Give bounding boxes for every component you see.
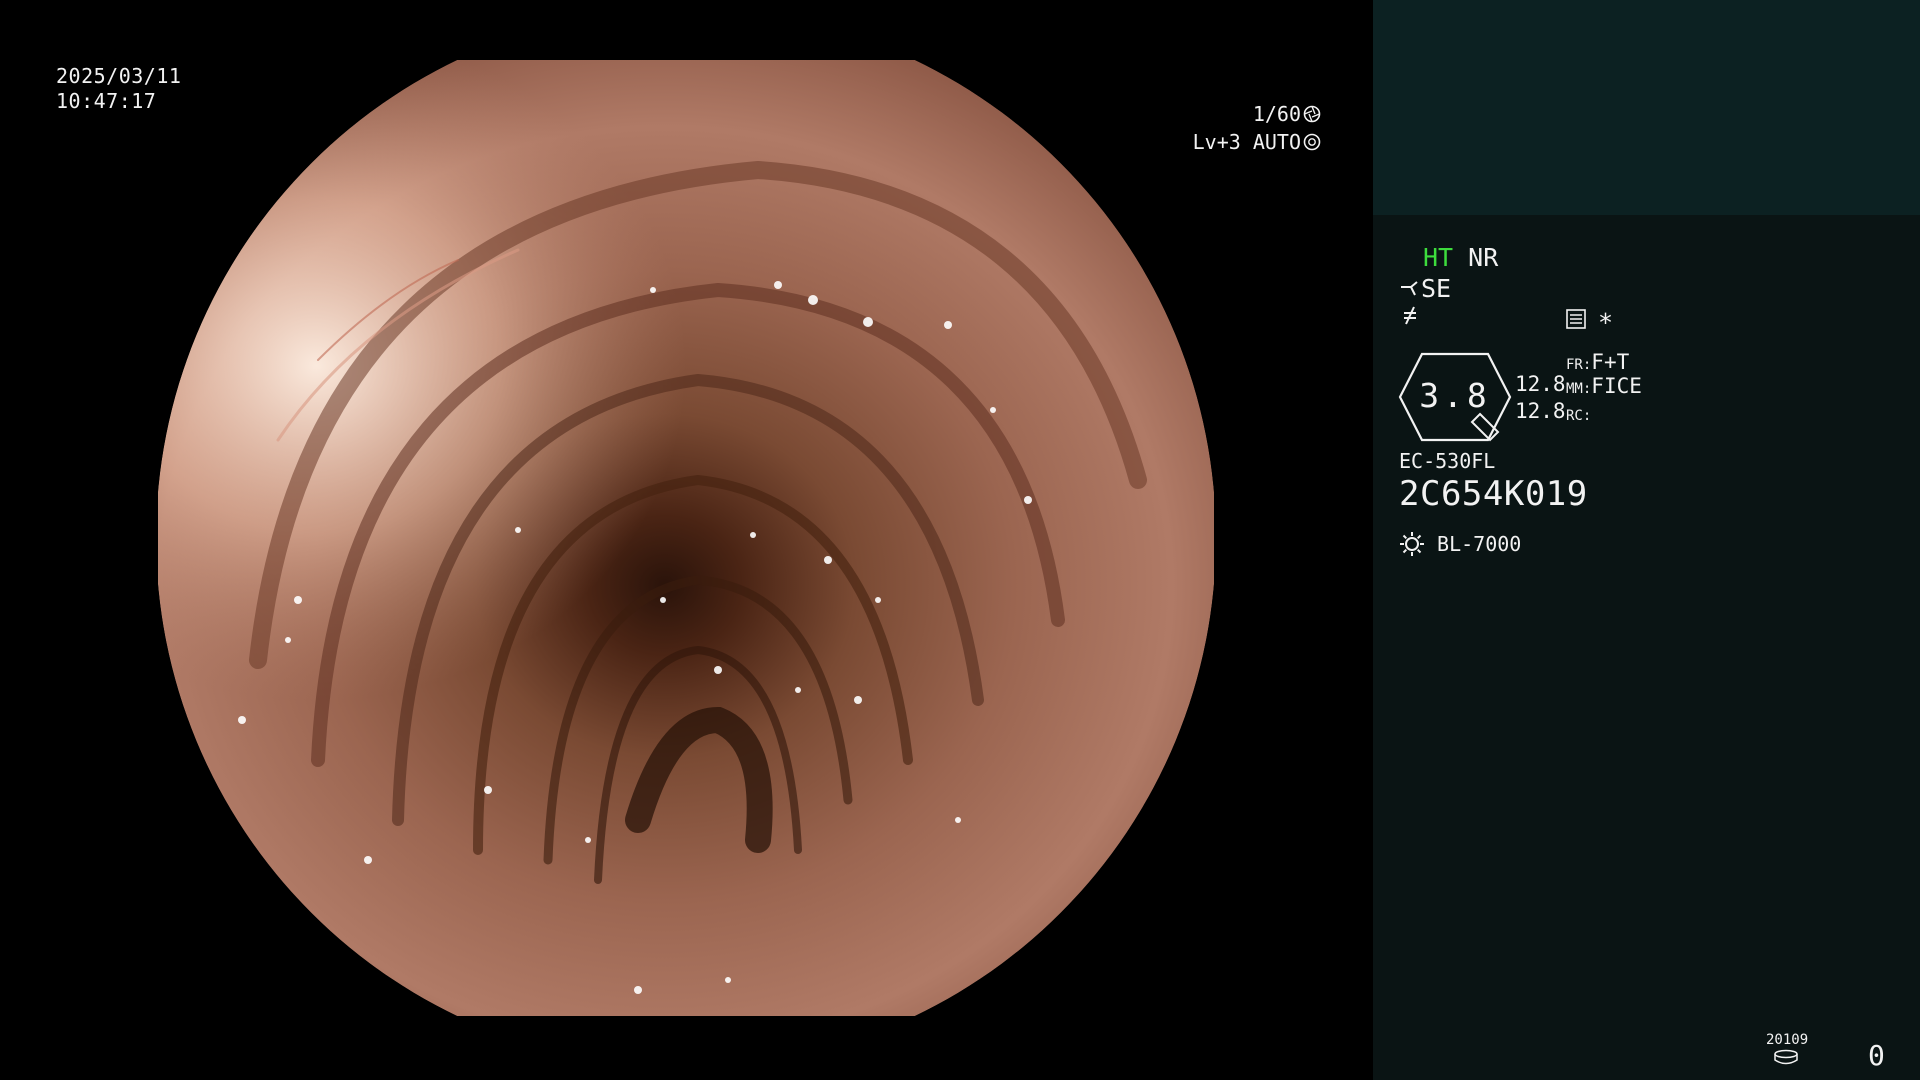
mm-value: FICE xyxy=(1591,374,1642,398)
endoscopic-image xyxy=(158,60,1214,1016)
rc-label: RC: xyxy=(1566,408,1592,424)
memo-icon xyxy=(1566,309,1586,329)
slash-row xyxy=(1401,304,1421,332)
scope-icon xyxy=(1401,281,1418,296)
shutter-speed: 1/60 xyxy=(1252,102,1301,126)
aperture-icon xyxy=(1303,105,1321,123)
zoom-gauge: 3.8 xyxy=(1398,352,1512,442)
ht-nr-row: HT NR xyxy=(1423,244,1498,272)
thumbnail-area xyxy=(1373,0,1920,215)
light-source-icon xyxy=(1400,532,1424,556)
gauge-value: 3.8 xyxy=(1419,376,1491,415)
exam-date: 2025/03/11 xyxy=(56,64,182,88)
light-source-row: BL-7000 xyxy=(1399,530,1521,558)
se-row: SE xyxy=(1399,275,1451,303)
exposure-level: Lv+3 AUTO xyxy=(1192,130,1301,154)
se-label: SE xyxy=(1421,274,1452,303)
info-panel: HT NR SE * 3.8 12.8 12.8 FR:F+T MM:FICE … xyxy=(1373,0,1920,1080)
footer-count: 0 xyxy=(1868,1039,1885,1072)
footer-code: 20109 xyxy=(1766,1032,1809,1048)
nr-label: NR xyxy=(1468,243,1499,272)
endoscope-view: 2025/03/11 10:47:17 1/60 Lv+3 AUTO xyxy=(0,0,1373,1080)
ht-label: HT xyxy=(1423,243,1454,272)
gauge-value-top: 12.8 xyxy=(1515,372,1566,396)
exam-time: 10:47:17 xyxy=(56,89,157,113)
asterisk-mark: * xyxy=(1598,308,1614,337)
mm-label: MM: xyxy=(1566,381,1592,397)
gauge-value-bottom: 12.8 xyxy=(1515,399,1566,423)
exposure-info: 1/60 Lv+3 AUTO xyxy=(1193,100,1321,156)
iris-icon xyxy=(1303,133,1321,151)
light-source-name: BL-7000 xyxy=(1437,532,1522,556)
not-equal-icon xyxy=(1404,306,1416,325)
date-time: 2025/03/11 10:47:17 xyxy=(56,64,181,114)
scope-model: EC-530FL xyxy=(1399,449,1496,473)
shutter-row: 1/60 xyxy=(1193,100,1321,128)
storage-icon xyxy=(1774,1049,1798,1065)
scope-serial: 2C654K019 xyxy=(1399,474,1588,514)
rc-row: RC: xyxy=(1566,398,1591,430)
exposure-row: Lv+3 AUTO xyxy=(1193,128,1321,156)
endoscopy-screen: 2025/03/11 10:47:17 1/60 Lv+3 AUTO HT NR… xyxy=(0,0,1920,1080)
